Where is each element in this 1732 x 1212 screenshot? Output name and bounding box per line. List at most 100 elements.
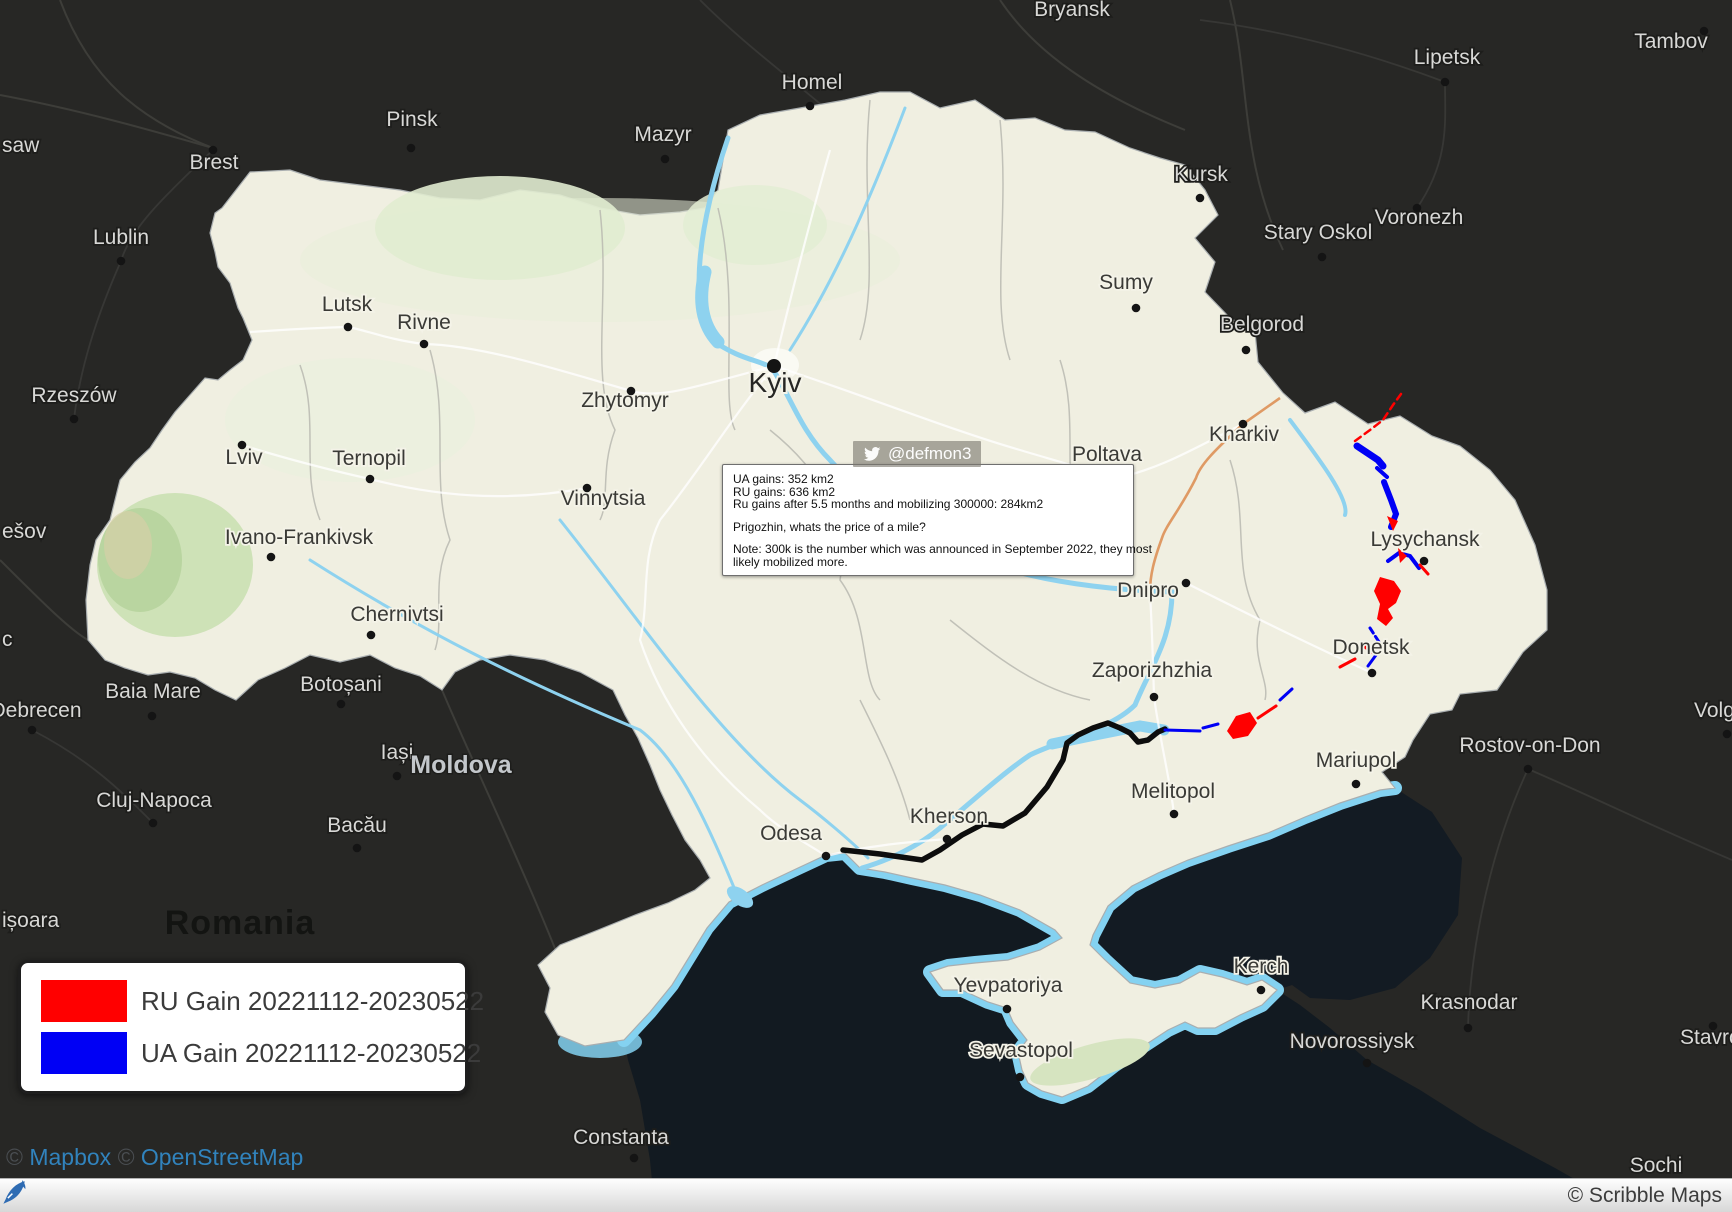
- city-dot: [1196, 194, 1205, 203]
- city-dot: [1700, 27, 1709, 36]
- city-dot: [1420, 557, 1429, 566]
- city-dot: [238, 441, 247, 450]
- city-dot: [337, 700, 346, 709]
- map-label-pinsk: Pinsk: [386, 108, 438, 131]
- map-label-ia-i: Iași: [381, 741, 414, 764]
- mapbox-link[interactable]: Mapbox: [29, 1144, 111, 1170]
- city-dot: [1368, 669, 1377, 678]
- map-label-homel: Homel: [782, 71, 843, 94]
- city-dot: [353, 844, 362, 853]
- openstreetmap-link[interactable]: OpenStreetMap: [141, 1144, 303, 1170]
- map-label-brest: Brest: [189, 151, 238, 174]
- bottom-bar: © Scribble Maps: [0, 1178, 1732, 1212]
- scribble-pen-icon[interactable]: [0, 1179, 27, 1206]
- watermark-handle: @defmon3: [888, 444, 971, 464]
- map-label-stavro: Stavro: [1680, 1026, 1732, 1049]
- city-dot: [661, 155, 670, 164]
- city-dot: [1441, 78, 1450, 87]
- map-label-bac-u: Bacău: [327, 814, 387, 837]
- map-label-poltava: Poltava: [1072, 443, 1142, 466]
- map-label-lviv: Lviv: [225, 446, 263, 469]
- city-dot: [1182, 579, 1191, 588]
- city-dot: [1524, 765, 1533, 774]
- map-label-vinnytsia: Vinnytsia: [561, 487, 646, 510]
- city-dot: [1003, 1005, 1012, 1014]
- city-dot: [1318, 253, 1327, 262]
- map-label-debrecen: Debrecen: [0, 699, 82, 722]
- map-label-c: c: [2, 628, 13, 651]
- map-label-sumy: Sumy: [1099, 271, 1153, 294]
- legend-row: UA Gain 20221112-20230522: [41, 1032, 445, 1074]
- map-label-romania: Romania: [165, 904, 316, 942]
- map-label-novorossiysk: Novorossiysk: [1290, 1030, 1415, 1053]
- city-dot: [148, 712, 157, 721]
- note-line: Note: 300k is the number which was annou…: [733, 543, 1123, 556]
- note-line: UA gains: 352 km2: [733, 473, 1123, 486]
- city-dot: [366, 475, 375, 484]
- map-label-dnipro: Dnipro: [1117, 579, 1179, 602]
- map-label-constanta: Constanta: [573, 1126, 669, 1149]
- legend: RU Gain 20221112-20230522UA Gain 2022111…: [18, 960, 468, 1094]
- note-line: Ru gains after 5.5 months and mobilizing…: [733, 498, 1123, 511]
- city-dot: [407, 144, 416, 153]
- city-dot: [420, 340, 429, 349]
- note-line: [733, 511, 1123, 521]
- city-dot: [1239, 420, 1248, 429]
- map-label-kursk: Kursk: [1174, 163, 1228, 186]
- city-dot: [1723, 730, 1732, 739]
- map-label-mazyr: Mazyr: [634, 123, 691, 146]
- map-label-ternopil: Ternopil: [332, 447, 406, 470]
- map-label-lutsk: Lutsk: [322, 293, 373, 316]
- city-dot: [344, 323, 353, 332]
- map-label-lublin: Lublin: [93, 226, 149, 249]
- city-dot: [1016, 1073, 1025, 1082]
- map-label-zhytomyr: Zhytomyr: [581, 389, 669, 412]
- city-dot: [1709, 1022, 1718, 1031]
- city-dot: [583, 484, 592, 493]
- map-label-boto-ani: Botoșani: [300, 673, 382, 696]
- legend-swatch: [41, 980, 127, 1022]
- map-label-stary-oskol: Stary Oskol: [1264, 221, 1373, 244]
- city-dot: [1413, 204, 1422, 213]
- note-line: Prigozhin, whats the price of a mile?: [733, 521, 1123, 534]
- map-label-bryansk: Bryansk: [1034, 0, 1110, 21]
- map-label-moldova: Moldova: [410, 751, 512, 779]
- city-dot: [117, 257, 126, 266]
- map-label-e-ov: ešov: [2, 520, 47, 543]
- city-dot: [267, 553, 276, 562]
- map-label-donetsk: Donetsk: [1332, 636, 1410, 659]
- city-dot: [367, 631, 376, 640]
- map-label-kherson: Kherson: [910, 805, 988, 828]
- map-label-kerch: Kerch: [1234, 955, 1289, 978]
- legend-label: UA Gain 20221112-20230522: [141, 1038, 481, 1069]
- city-dot: [1257, 986, 1266, 995]
- city-dot: [209, 146, 218, 155]
- city-dot: [28, 726, 37, 735]
- map-attribution: © Mapbox © OpenStreetMap: [6, 1144, 303, 1171]
- city-dot: [1150, 693, 1159, 702]
- city-dot: [1352, 780, 1361, 789]
- map-label-i-oara: ișoara: [2, 909, 60, 932]
- map-label-volgo: Volgo: [1694, 699, 1732, 722]
- map-label-tambov: Tambov: [1634, 30, 1708, 53]
- map-label-baia-mare: Baia Mare: [105, 680, 201, 703]
- map-label-odesa: Odesa: [760, 822, 822, 845]
- city-dot: [627, 387, 636, 396]
- legend-label: RU Gain 20221112-20230522: [141, 986, 484, 1017]
- city-dot: [767, 359, 781, 373]
- map-label-rostov-on-don: Rostov-on-Don: [1459, 734, 1600, 757]
- map-label-krasnodar: Krasnodar: [1421, 991, 1518, 1014]
- map-label-sevastopol: Sevastopol: [969, 1039, 1073, 1062]
- map-label-chernivtsi: Chernivtsi: [350, 603, 443, 626]
- twitter-bird-icon: [863, 445, 881, 463]
- map-label-lysychansk: Lysychansk: [1371, 528, 1480, 551]
- scribble-maps-link[interactable]: © Scribble Maps: [1568, 1184, 1722, 1208]
- map-label-yevpatoriya: Yevpatoriya: [954, 974, 1063, 997]
- city-dot: [70, 415, 79, 424]
- city-dot: [1464, 1024, 1473, 1033]
- map-label-zaporizhzhia: Zaporizhzhia: [1092, 659, 1213, 682]
- map-label-rzesz-w: Rzeszów: [31, 384, 117, 407]
- map-label-belgorod: Belgorod: [1220, 313, 1304, 336]
- copyright-symbol: ©: [6, 1144, 23, 1170]
- map-label-cluj-napoca: Cluj-Napoca: [96, 789, 212, 812]
